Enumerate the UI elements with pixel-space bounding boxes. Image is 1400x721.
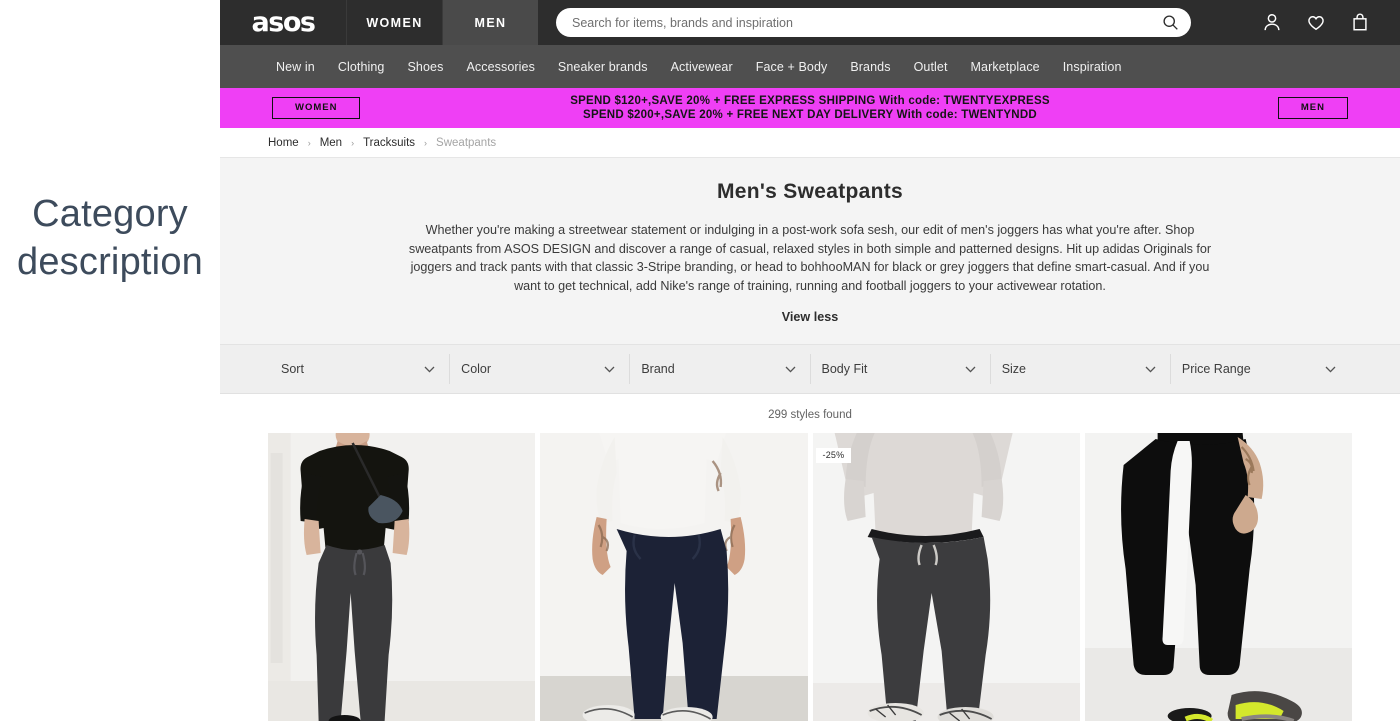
- chevron-down-icon: [424, 366, 435, 373]
- nav-item-sneaker-brands[interactable]: Sneaker brands: [558, 60, 648, 74]
- category-nav: New in Clothing Shoes Accessories Sneake…: [220, 45, 1400, 88]
- product-card[interactable]: [1084, 433, 1352, 721]
- promo-line-2: SPEND $200+,SAVE 20% + FREE NEXT DAY DEL…: [583, 109, 1037, 121]
- annotation-label: Category description: [0, 190, 220, 286]
- site-header: asos WOMEN MEN: [220, 0, 1400, 45]
- category-description-text: Whether you're making a streetwear state…: [408, 223, 1212, 293]
- tab-women[interactable]: WOMEN: [346, 0, 442, 45]
- category-description-panel: Men's Sweatpants Whether you're making a…: [220, 157, 1400, 346]
- breadcrumb-current: Sweatpants: [436, 136, 497, 149]
- filter-label: Sort: [281, 362, 304, 377]
- annotation-line-2: description: [17, 241, 203, 283]
- discount-badge: -25%: [815, 448, 852, 464]
- header-icons: [1262, 12, 1400, 34]
- account-icon[interactable]: [1262, 12, 1282, 34]
- nav-item-face-body[interactable]: Face + Body: [756, 60, 828, 74]
- nav-item-brands[interactable]: Brands: [850, 60, 890, 74]
- filter-label: Price Range: [1181, 362, 1251, 377]
- breadcrumb-separator-icon: ›: [307, 137, 311, 148]
- heart-icon[interactable]: [1306, 12, 1326, 34]
- nav-item-activewear[interactable]: Activewear: [671, 60, 733, 74]
- page-title: Men's Sweatpants: [716, 180, 903, 203]
- promo-message: SPEND $120+,SAVE 20% + FREE EXPRESS SHIP…: [220, 94, 1400, 123]
- filter-color[interactable]: Color: [449, 354, 629, 385]
- product-grid: -25%: [220, 433, 1400, 721]
- breadcrumb-men[interactable]: Men: [320, 137, 342, 149]
- asos-site: asos WOMEN MEN Search for items, brands …: [220, 0, 1400, 721]
- product-image: [540, 433, 808, 721]
- search-input[interactable]: [572, 15, 1157, 30]
- filter-price-range[interactable]: Price Range: [1169, 354, 1350, 385]
- product-image: [1084, 433, 1352, 721]
- nav-item-accessories[interactable]: Accessories: [466, 60, 534, 74]
- chevron-down-icon: [965, 366, 976, 373]
- product-image: [268, 433, 536, 721]
- search-box[interactable]: [556, 8, 1191, 37]
- search-area: [538, 8, 1262, 37]
- promo-banner: WOMEN SPEND $120+,SAVE 20% + FREE EXPRES…: [220, 88, 1400, 128]
- filter-label: Brand: [641, 362, 675, 377]
- breadcrumb-separator-icon: ›: [424, 137, 428, 148]
- chevron-down-icon: [1325, 366, 1336, 373]
- nav-item-marketplace[interactable]: Marketplace: [971, 60, 1040, 74]
- product-card[interactable]: -25%: [812, 433, 1080, 721]
- filter-brand[interactable]: Brand: [629, 354, 809, 385]
- breadcrumb-tracksuits[interactable]: Tracksuits: [363, 137, 415, 149]
- filter-label: Size: [1001, 362, 1027, 377]
- nav-item-inspiration[interactable]: Inspiration: [1063, 60, 1122, 74]
- search-icon[interactable]: [1162, 14, 1179, 31]
- nav-item-shoes[interactable]: Shoes: [407, 60, 443, 74]
- chevron-down-icon: [604, 366, 615, 373]
- bag-icon[interactable]: [1350, 12, 1370, 34]
- chevron-down-icon: [1145, 366, 1156, 373]
- breadcrumb: Home › Men › Tracksuits › Sweatpants: [220, 128, 1400, 157]
- tab-men[interactable]: MEN: [442, 0, 538, 45]
- product-card[interactable]: [268, 433, 536, 721]
- filter-body-fit[interactable]: Body Fit: [809, 354, 990, 385]
- nav-item-new-in[interactable]: New in: [276, 60, 315, 74]
- chevron-down-icon: [785, 366, 795, 373]
- filter-label: Color: [461, 362, 492, 377]
- breadcrumb-home[interactable]: Home: [268, 137, 299, 149]
- results-count: 299 styles found: [220, 394, 1400, 434]
- nav-item-outlet[interactable]: Outlet: [914, 60, 948, 74]
- screenshot-stage: Category description asos WOMEN MEN Sear…: [0, 0, 1400, 721]
- view-less-toggle[interactable]: View less: [220, 310, 1400, 324]
- filter-bar: Sort Color Brand Body Fit Size Price Ran…: [220, 345, 1400, 395]
- product-card[interactable]: [540, 433, 808, 721]
- filter-label: Body Fit: [821, 362, 868, 377]
- nav-item-clothing[interactable]: Clothing: [338, 60, 385, 74]
- annotation-line-1: Category: [32, 193, 188, 235]
- filter-size[interactable]: Size: [989, 354, 1170, 385]
- product-image: [812, 433, 1080, 721]
- promo-line-1: SPEND $120+,SAVE 20% + FREE EXPRESS SHIP…: [570, 94, 1050, 107]
- filter-sort[interactable]: Sort: [270, 354, 449, 384]
- asos-logo[interactable]: asos: [220, 0, 346, 45]
- breadcrumb-separator-icon: ›: [351, 137, 355, 148]
